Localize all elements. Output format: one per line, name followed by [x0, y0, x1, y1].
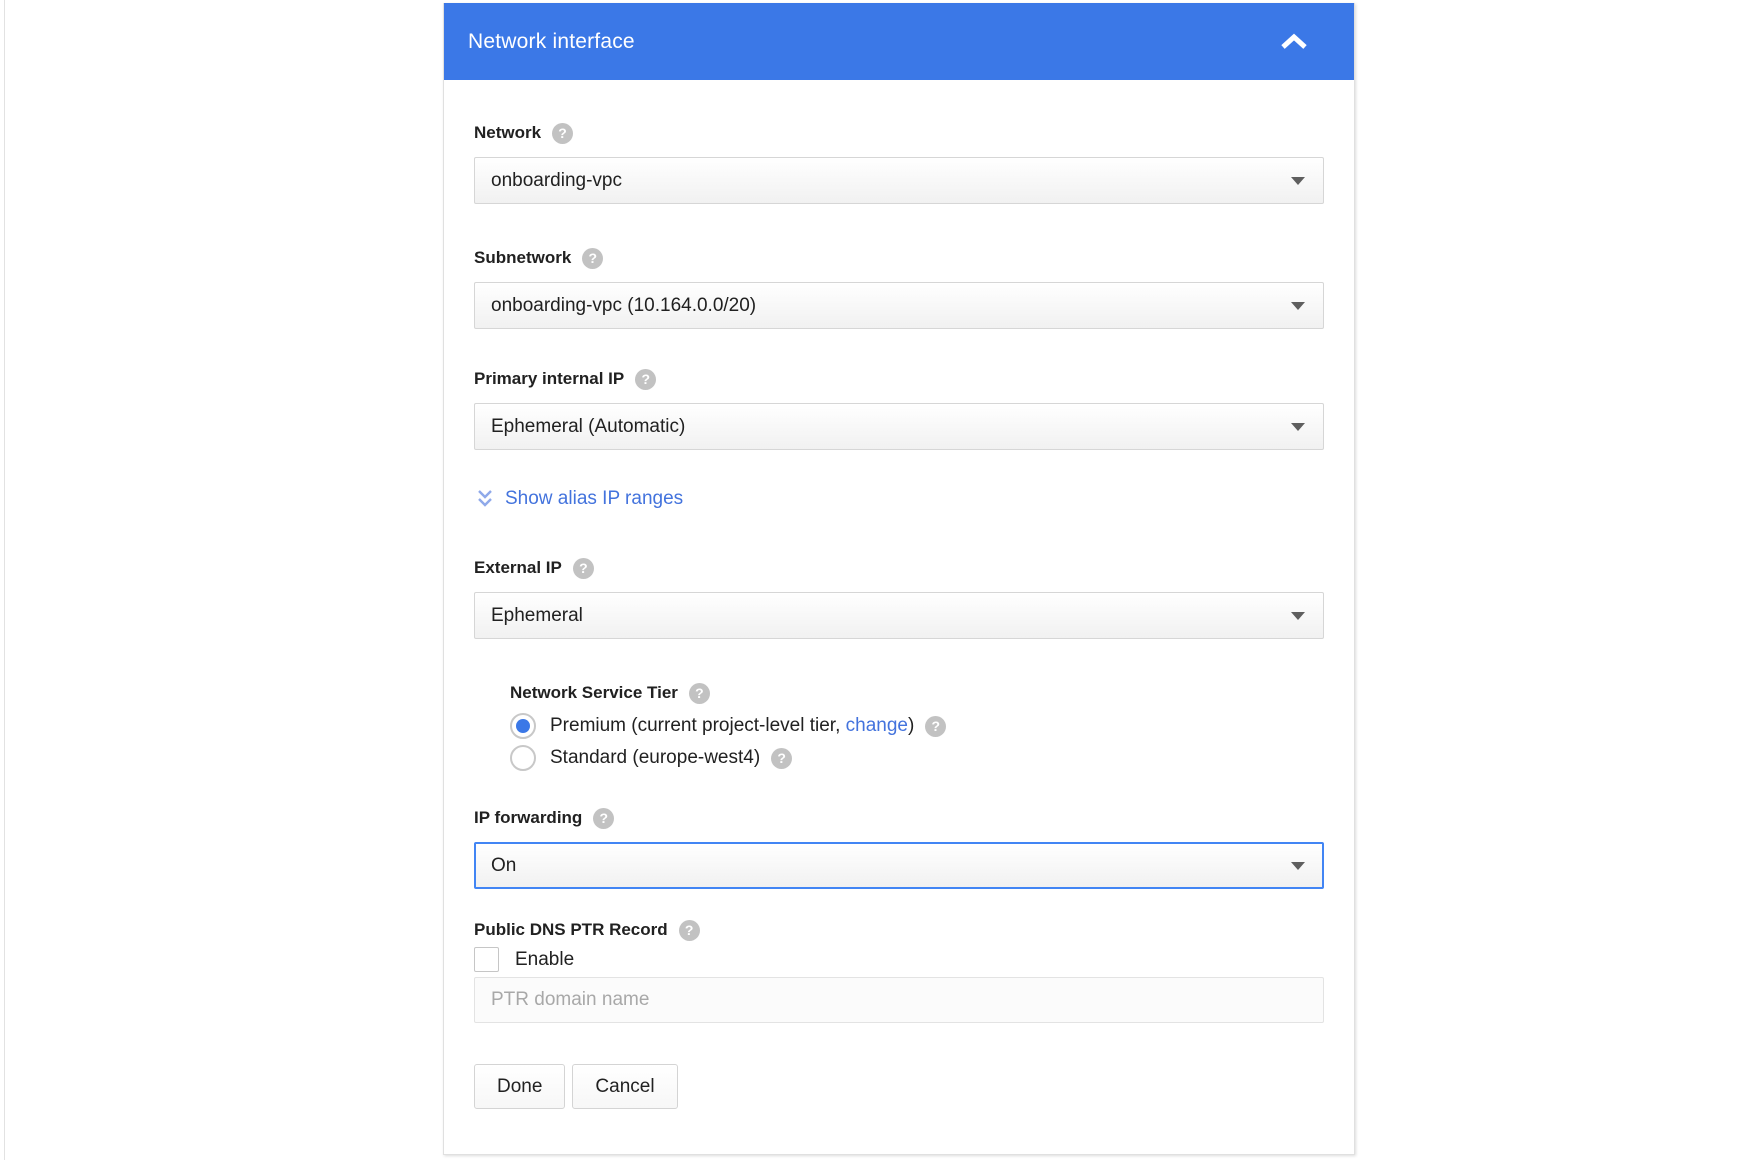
standard-radio-label: Standard (europe-west4): [550, 747, 760, 769]
enable-ptr-checkbox[interactable]: [474, 947, 499, 972]
page-left-divider: [4, 0, 5, 1160]
change-tier-link[interactable]: change: [846, 715, 908, 736]
external-ip-field: External IP ? Ephemeral: [474, 556, 1324, 639]
cancel-button[interactable]: Cancel: [572, 1064, 677, 1109]
panel-header: Network interface: [444, 3, 1354, 80]
subnetwork-field: Subnetwork ? onboarding-vpc (10.164.0.0/…: [474, 246, 1324, 329]
standard-radio[interactable]: [510, 745, 536, 771]
subnetwork-help-icon[interactable]: ?: [582, 248, 603, 269]
network-service-tier-field: Network Service Tier ? Premium (current …: [510, 681, 1324, 773]
chevron-up-icon: [1278, 32, 1310, 52]
external-ip-help-icon[interactable]: ?: [573, 558, 594, 579]
dropdown-arrow-icon: [1291, 302, 1305, 310]
ip-forwarding-label: IP forwarding: [474, 808, 582, 828]
primary-internal-ip-select[interactable]: Ephemeral (Automatic): [474, 403, 1324, 450]
network-label: Network: [474, 123, 541, 143]
primary-internal-ip-select-value: Ephemeral (Automatic): [491, 416, 1291, 438]
public-dns-ptr-field: Public DNS PTR Record ? Enable: [474, 918, 1324, 1023]
dropdown-arrow-icon: [1291, 862, 1305, 870]
primary-internal-ip-help-icon[interactable]: ?: [635, 369, 656, 390]
network-service-tier-label: Network Service Tier: [510, 683, 678, 703]
panel-title: Network interface: [468, 30, 635, 54]
dropdown-arrow-icon: [1291, 423, 1305, 431]
enable-ptr-row: Enable: [474, 946, 1324, 973]
ptr-domain-name-input[interactable]: [474, 977, 1324, 1023]
action-buttons: Done Cancel: [474, 1064, 1324, 1109]
ip-forwarding-help-icon[interactable]: ?: [593, 808, 614, 829]
dropdown-arrow-icon: [1291, 177, 1305, 185]
standard-tier-option: Standard (europe-west4) ?: [510, 743, 1324, 773]
subnetwork-select[interactable]: onboarding-vpc (10.164.0.0/20): [474, 282, 1324, 329]
primary-internal-ip-label: Primary internal IP: [474, 369, 624, 389]
public-dns-ptr-label: Public DNS PTR Record: [474, 920, 668, 940]
external-ip-select[interactable]: Ephemeral: [474, 592, 1324, 639]
show-alias-ip-ranges-label: Show alias IP ranges: [505, 488, 683, 510]
ip-forwarding-field: IP forwarding ? On: [474, 806, 1324, 889]
premium-label-text: Premium (current project-level tier,: [550, 715, 846, 736]
subnetwork-label: Subnetwork: [474, 248, 571, 268]
dropdown-arrow-icon: [1291, 612, 1305, 620]
primary-internal-ip-field: Primary internal IP ? Ephemeral (Automat…: [474, 367, 1324, 450]
network-help-icon[interactable]: ?: [552, 123, 573, 144]
premium-radio-label: Premium (current project-level tier, cha…: [550, 715, 914, 737]
enable-ptr-label: Enable: [515, 949, 574, 971]
network-select-value: onboarding-vpc: [491, 170, 1291, 192]
premium-radio[interactable]: [510, 713, 536, 739]
panel-body: Network ? onboarding-vpc Subnetwork ? on…: [444, 121, 1354, 1109]
premium-help-icon[interactable]: ?: [925, 716, 946, 737]
standard-help-icon[interactable]: ?: [771, 748, 792, 769]
show-alias-ip-ranges-link[interactable]: Show alias IP ranges: [474, 486, 1324, 512]
network-service-tier-help-icon[interactable]: ?: [689, 683, 710, 704]
premium-tier-option: Premium (current project-level tier, cha…: [510, 711, 1324, 741]
done-button[interactable]: Done: [474, 1064, 565, 1109]
premium-label-close: ): [908, 715, 914, 736]
page: Network interface Network ? onboarding-v…: [0, 0, 1746, 1160]
network-select[interactable]: onboarding-vpc: [474, 157, 1324, 204]
external-ip-label: External IP: [474, 558, 562, 578]
ip-forwarding-select-value: On: [491, 855, 1291, 877]
public-dns-ptr-help-icon[interactable]: ?: [679, 920, 700, 941]
ip-forwarding-select[interactable]: On: [474, 842, 1324, 889]
double-chevron-down-icon: [474, 487, 496, 511]
external-ip-select-value: Ephemeral: [491, 605, 1291, 627]
subnetwork-select-value: onboarding-vpc (10.164.0.0/20): [491, 295, 1291, 317]
network-field: Network ? onboarding-vpc: [474, 121, 1324, 204]
network-interface-panel: Network interface Network ? onboarding-v…: [443, 3, 1355, 1155]
collapse-button[interactable]: [1274, 28, 1314, 56]
